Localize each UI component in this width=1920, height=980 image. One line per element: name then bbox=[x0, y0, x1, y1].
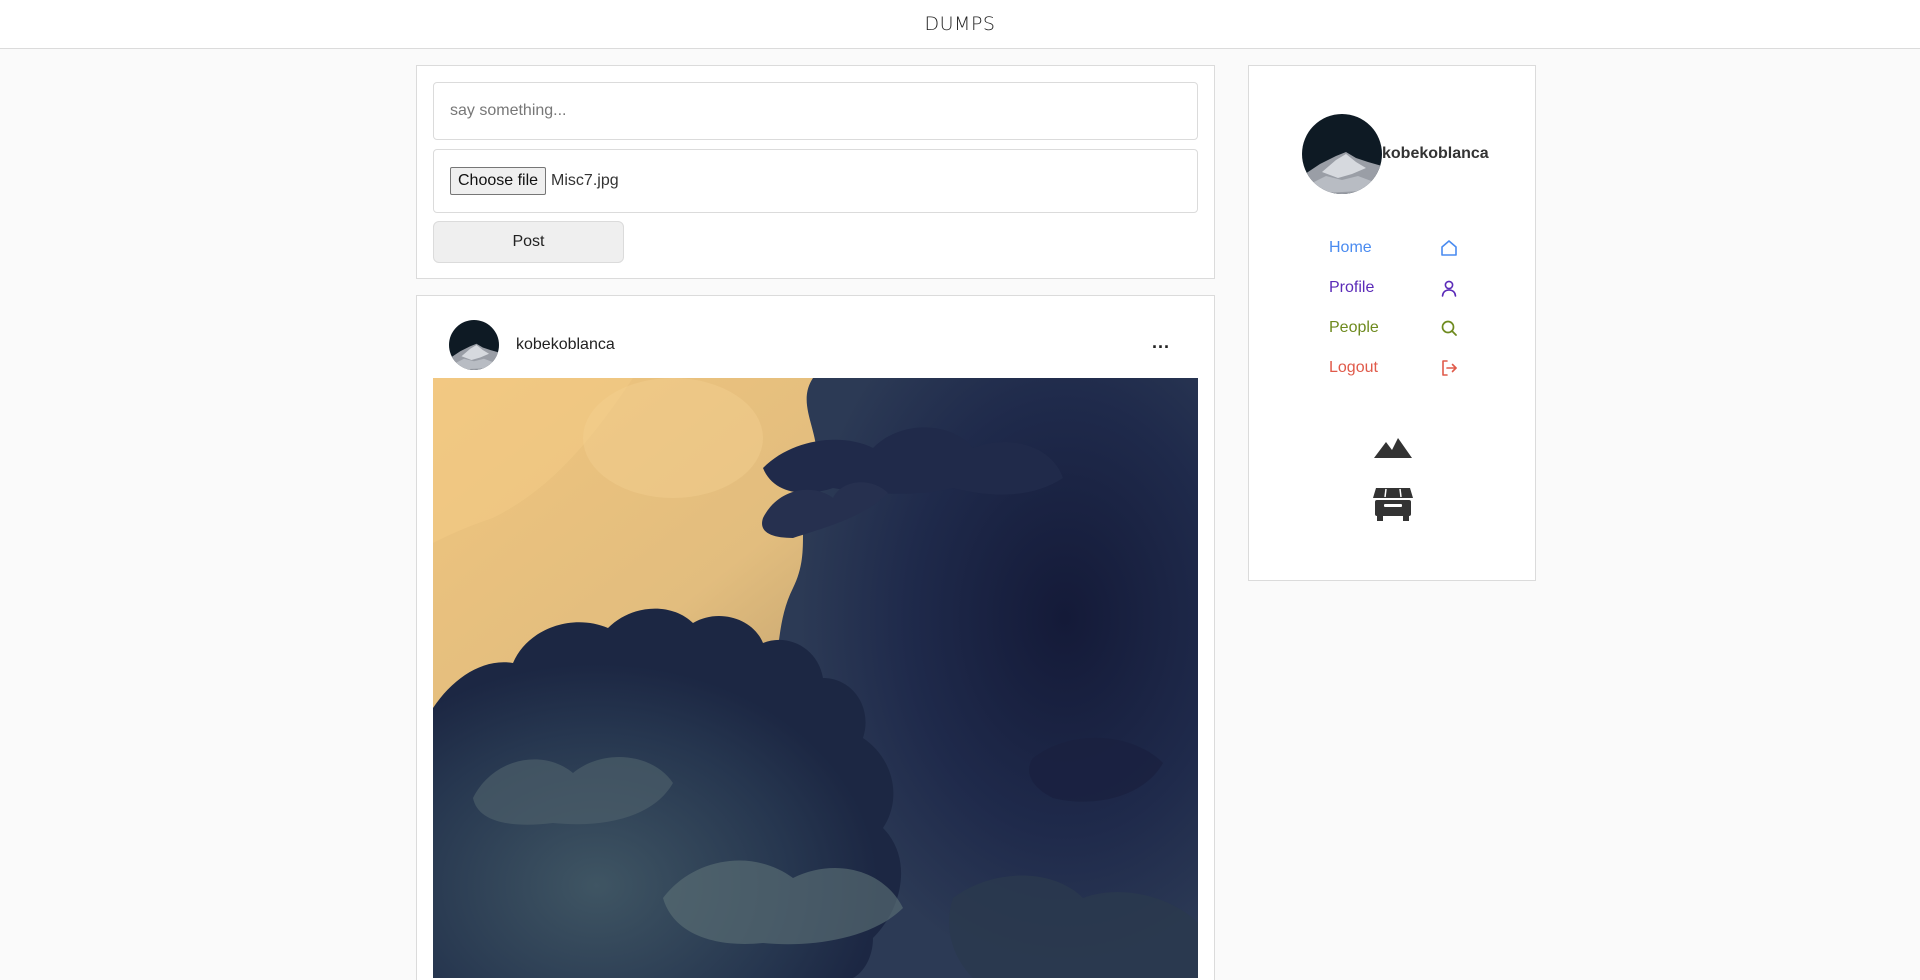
post-card: kobekoblanca ... bbox=[416, 295, 1215, 980]
choose-file-button[interactable]: Choose file bbox=[450, 167, 547, 195]
home-icon bbox=[1441, 240, 1457, 256]
status-input[interactable] bbox=[433, 82, 1198, 140]
post-composer: Choose file Misc7.jpg Post bbox=[416, 65, 1215, 279]
sidebar-item-logout[interactable]: Logout bbox=[1329, 353, 1459, 383]
sidebar-item-label: Logout bbox=[1329, 359, 1378, 376]
search-icon bbox=[1441, 320, 1457, 336]
more-options-button[interactable]: ... bbox=[1147, 332, 1175, 352]
avatar[interactable] bbox=[449, 320, 499, 370]
sidebar-username[interactable]: kobekoblanca bbox=[1382, 145, 1489, 163]
sidebar-item-label: People bbox=[1329, 319, 1379, 336]
post-image[interactable] bbox=[433, 378, 1198, 978]
cloud-photo bbox=[433, 378, 1198, 978]
file-upload-field: Choose file Misc7.jpg bbox=[433, 149, 1198, 213]
sidebar-item-home[interactable]: Home bbox=[1329, 233, 1459, 263]
selected-file-name: Misc7.jpg bbox=[551, 172, 619, 189]
avatar-image bbox=[1302, 114, 1382, 194]
profile-sidebar: kobekoblanca Home Profile People Logout bbox=[1248, 65, 1536, 581]
sidebar-item-label: Home bbox=[1329, 239, 1372, 256]
sidebar-item-people[interactable]: People bbox=[1329, 313, 1459, 343]
dumpster-icon[interactable] bbox=[1371, 486, 1415, 522]
app-title[interactable]: DUMPS bbox=[925, 13, 996, 35]
post-username[interactable]: kobekoblanca bbox=[516, 336, 615, 354]
top-bar: DUMPS bbox=[0, 0, 1920, 49]
avatar[interactable] bbox=[1302, 114, 1382, 194]
more-icon: ... bbox=[1151, 331, 1170, 352]
sidebar-item-label: Profile bbox=[1329, 279, 1375, 296]
mountain-logo-icon bbox=[1374, 438, 1412, 458]
logout-icon bbox=[1442, 360, 1457, 376]
sidebar-item-profile[interactable]: Profile bbox=[1329, 273, 1459, 303]
user-icon bbox=[1441, 280, 1457, 297]
post-button[interactable]: Post bbox=[433, 221, 624, 263]
avatar-image bbox=[449, 320, 499, 370]
